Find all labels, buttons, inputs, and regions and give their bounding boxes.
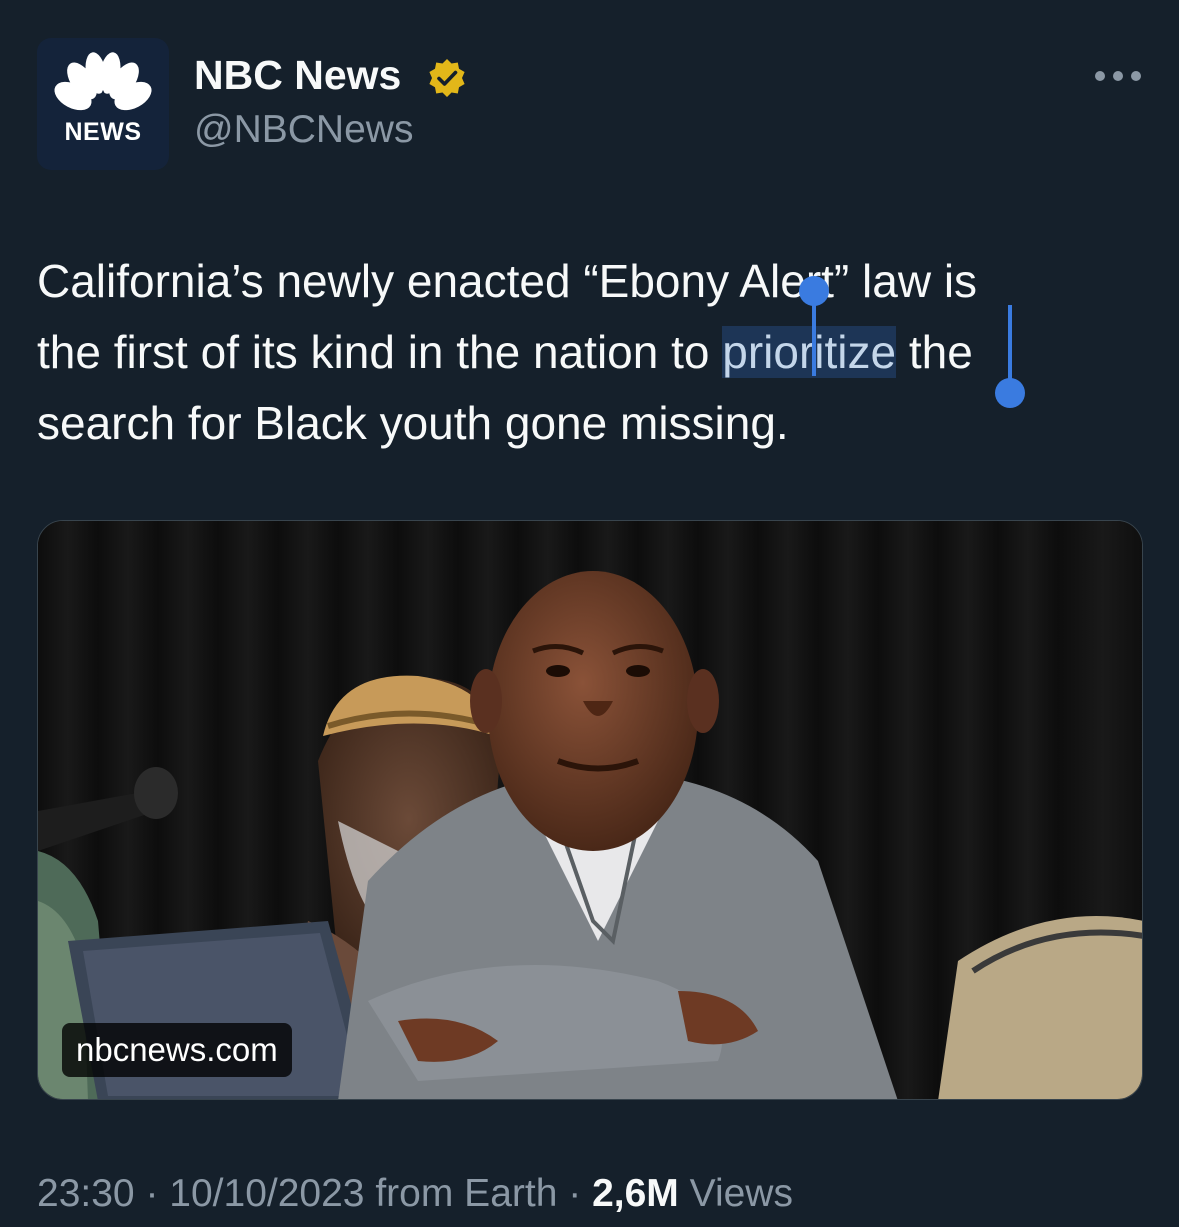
avatar-news-label: NEWS: [64, 118, 142, 146]
more-options-icon[interactable]: [1093, 62, 1143, 90]
meta-separator: ·: [145, 1172, 159, 1215]
tweet-text-line-2: the first of its kind in the nation to p…: [37, 317, 1147, 388]
selection-end-caret[interactable]: [1008, 305, 1012, 385]
nbc-peacock-icon: [54, 52, 152, 111]
tweet-source: from Earth: [375, 1172, 558, 1215]
selected-text[interactable]: prioritize: [722, 326, 897, 378]
selection-end-handle[interactable]: [995, 378, 1025, 408]
tweet-text: California’s newly enacted “Ebony Alert”…: [37, 246, 1147, 459]
tweet-text-segment: the first of its kind in the nation to: [37, 326, 723, 378]
tweet-text-segment: the: [896, 326, 973, 378]
views-label: Views: [689, 1172, 793, 1215]
avatar[interactable]: NEWS: [37, 38, 169, 170]
account-handle[interactable]: @NBCNews: [194, 108, 413, 152]
tweet-time[interactable]: 23:30: [37, 1172, 135, 1215]
selection-start-handle[interactable]: [799, 276, 829, 306]
media-source-badge[interactable]: nbcnews.com: [62, 1023, 292, 1077]
display-name[interactable]: NBC News: [194, 52, 401, 99]
meta-separator: ·: [568, 1172, 582, 1215]
views-count[interactable]: 2,6M: [592, 1172, 679, 1215]
tweet: NEWS NBC News @NBCNews California’s newl…: [0, 0, 1179, 1227]
article-photo: [38, 521, 1142, 1099]
verified-badge-icon[interactable]: [426, 57, 468, 99]
tweet-meta: 23:30 · 10/10/2023 from Earth · 2,6M Vie…: [37, 1172, 793, 1216]
media-card[interactable]: nbcnews.com: [37, 520, 1143, 1100]
tweet-text-line-3: search for Black youth gone missing.: [37, 397, 789, 449]
tweet-date[interactable]: 10/10/2023: [169, 1172, 364, 1215]
tweet-text-line-1: California’s newly enacted “Ebony Alert”…: [37, 255, 978, 307]
